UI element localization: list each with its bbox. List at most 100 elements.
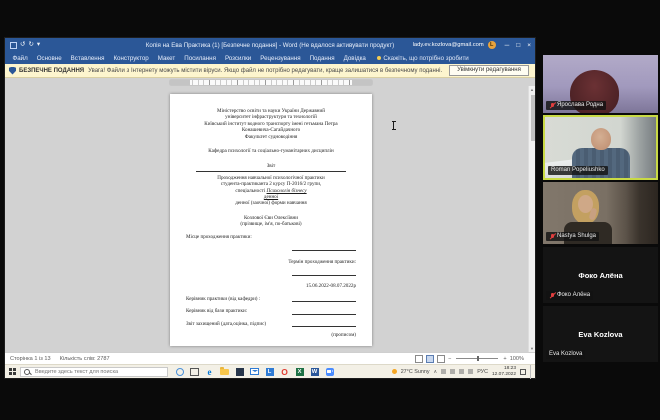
windows-logo-icon: [9, 368, 16, 375]
taskbar-clock[interactable]: 18:23 12.07.2022: [492, 366, 516, 377]
tab-references[interactable]: Посилання: [180, 55, 221, 62]
doc-name-caption: (прізвище, ім'я, по-батькові): [240, 221, 302, 228]
minimize-button[interactable]: ─: [505, 42, 510, 49]
document-page[interactable]: Міністерство освіти та науки України Дер…: [170, 94, 372, 346]
tab-home[interactable]: Основне: [32, 55, 66, 62]
doc-form-line: денної (заочної) форми навчання: [235, 200, 307, 207]
page-indicator[interactable]: Сторінка 1 із 13: [10, 356, 51, 362]
word-status-bar: Сторінка 1 із 13 Кількість слів: 2787 − …: [5, 352, 535, 364]
scroll-down-icon[interactable]: ▼: [530, 346, 534, 351]
participant-tile-2-active-speaker[interactable]: Roman Popeliushko: [543, 115, 658, 180]
start-button[interactable]: [5, 365, 20, 379]
doc-supervisor-base-line: [292, 309, 356, 315]
task-view-icon[interactable]: [190, 366, 199, 377]
search-icon: [24, 368, 30, 375]
tell-me-box[interactable]: Скажіть, що потрібно зробити: [377, 54, 469, 62]
participant-tile-3[interactable]: Nastya Shulga: [543, 182, 658, 244]
participant-tile-1[interactable]: Ярослава Родна: [543, 55, 658, 113]
tab-design[interactable]: Конструктор: [109, 55, 153, 62]
taskbar-search[interactable]: [20, 366, 168, 377]
doc-term-label: Термін проходження практики:: [288, 258, 356, 265]
store-icon[interactable]: [235, 366, 244, 377]
participant-tile-5[interactable]: Eva Kozlova Eva Kozlova: [543, 306, 658, 362]
web-layout-icon[interactable]: [437, 354, 446, 363]
participant-name: Eva Kozlova: [549, 351, 583, 357]
muted-mic-icon: [549, 233, 555, 240]
language-indicator[interactable]: РУС: [477, 369, 488, 375]
doc-place-blank-line: [292, 245, 356, 252]
action-center-icon[interactable]: [520, 368, 526, 375]
participant-name: Roman Popeliushko: [551, 167, 605, 173]
tray-chevron-icon[interactable]: ∧: [434, 369, 438, 375]
weather-text[interactable]: 27°C Sunny: [401, 369, 430, 375]
shield-icon: [9, 66, 16, 75]
tab-view[interactable]: Подання: [305, 55, 339, 62]
show-desktop-button[interactable]: [530, 364, 534, 379]
doc-term-blank-line: [292, 270, 356, 276]
zoom-app-icon[interactable]: [325, 366, 334, 377]
doc-fields: Місце проходження практики: Термін прохо…: [186, 234, 356, 339]
tab-layout[interactable]: Макет: [153, 55, 180, 62]
enable-editing-button[interactable]: Увімкнути редагування: [449, 65, 529, 76]
doc-place-label: Місце проходження практики:: [186, 233, 252, 240]
account-avatar[interactable]: L: [487, 41, 496, 49]
tab-mailings[interactable]: Розсилки: [220, 55, 255, 62]
undo-icon[interactable]: ↺: [20, 38, 25, 52]
word-icon[interactable]: W: [310, 366, 319, 377]
account-email[interactable]: lady.ev.kozlova@gmail.com: [413, 42, 484, 48]
zoom-slider-thumb[interactable]: [476, 356, 479, 361]
opera-icon[interactable]: O: [280, 366, 289, 377]
mail-icon[interactable]: [250, 366, 259, 377]
doc-header-line: Факультет судноводіння: [244, 133, 298, 140]
quick-access-toolbar: ↺ ↻ ▾: [10, 38, 40, 52]
print-layout-icon[interactable]: [426, 354, 435, 363]
doc-report-title: Звіт: [266, 163, 276, 170]
tab-file[interactable]: Файл: [8, 55, 32, 62]
scrollbar-thumb[interactable]: [530, 95, 535, 141]
search-input[interactable]: [33, 367, 164, 376]
battery-icon[interactable]: [459, 369, 465, 374]
participant-head: [591, 128, 611, 150]
word-window: ↺ ↻ ▾ Копія на Ева Практика (1) [Безпечн…: [5, 38, 535, 379]
text-cursor-pointer: [391, 121, 396, 130]
tab-help[interactable]: Довідка: [339, 55, 370, 62]
volume-icon[interactable]: [468, 369, 474, 374]
muted-mic-icon: [549, 102, 555, 109]
doc-defended-caption: (прописом): [331, 331, 356, 338]
network-icon[interactable]: [450, 369, 456, 374]
maximize-button[interactable]: □: [516, 42, 520, 49]
zoom-slider[interactable]: [456, 356, 499, 361]
doc-defended-line: [292, 321, 356, 327]
read-mode-icon[interactable]: [415, 354, 424, 363]
zoom-level[interactable]: 100%: [510, 356, 524, 362]
word-count[interactable]: Кількість слів: 2787: [60, 356, 110, 362]
cortana-icon[interactable]: [175, 366, 184, 377]
zoom-out-button[interactable]: −: [448, 356, 451, 362]
doc-defended-label: Звіт захищений (дата,оцінка, підпис): [186, 320, 267, 327]
vertical-scrollbar[interactable]: ▲ ▼: [528, 86, 535, 352]
tab-review[interactable]: Рецензування: [256, 55, 305, 62]
close-button[interactable]: ×: [527, 42, 531, 49]
horizontal-ruler[interactable]: [5, 78, 535, 86]
qat-customize-icon[interactable]: ▾: [37, 38, 40, 52]
muted-mic-icon: [549, 292, 555, 299]
l-app-icon[interactable]: L: [265, 366, 274, 377]
tab-insert[interactable]: Вставлення: [66, 55, 109, 62]
weather-icon: [391, 369, 397, 374]
participant-name-tag: Ярослава Родна: [546, 101, 607, 110]
participant-name: Фоко Алёна: [557, 292, 591, 298]
doc-supervisor-dept-line: [292, 296, 356, 303]
redo-icon[interactable]: ↻: [28, 38, 33, 52]
excel-icon[interactable]: X: [295, 366, 304, 377]
participant-name-tag: Nastya Shulga: [546, 232, 600, 241]
people-tray-icon[interactable]: [441, 369, 447, 374]
tell-me-label: Скажіть, що потрібно зробити: [383, 54, 469, 62]
ribbon-tabs: Файл Основне Вставлення Конструктор Маке…: [5, 52, 535, 64]
save-icon[interactable]: [10, 41, 17, 49]
participant-name-tag: Roman Popeliushko: [548, 166, 608, 175]
participant-tile-4[interactable]: Фоко Алёна Фоко Алёна: [543, 247, 658, 303]
file-explorer-icon[interactable]: [220, 366, 229, 377]
zoom-in-button[interactable]: +: [503, 356, 506, 362]
edge-icon[interactable]: e: [205, 366, 214, 377]
scroll-up-icon[interactable]: ▲: [530, 87, 534, 92]
